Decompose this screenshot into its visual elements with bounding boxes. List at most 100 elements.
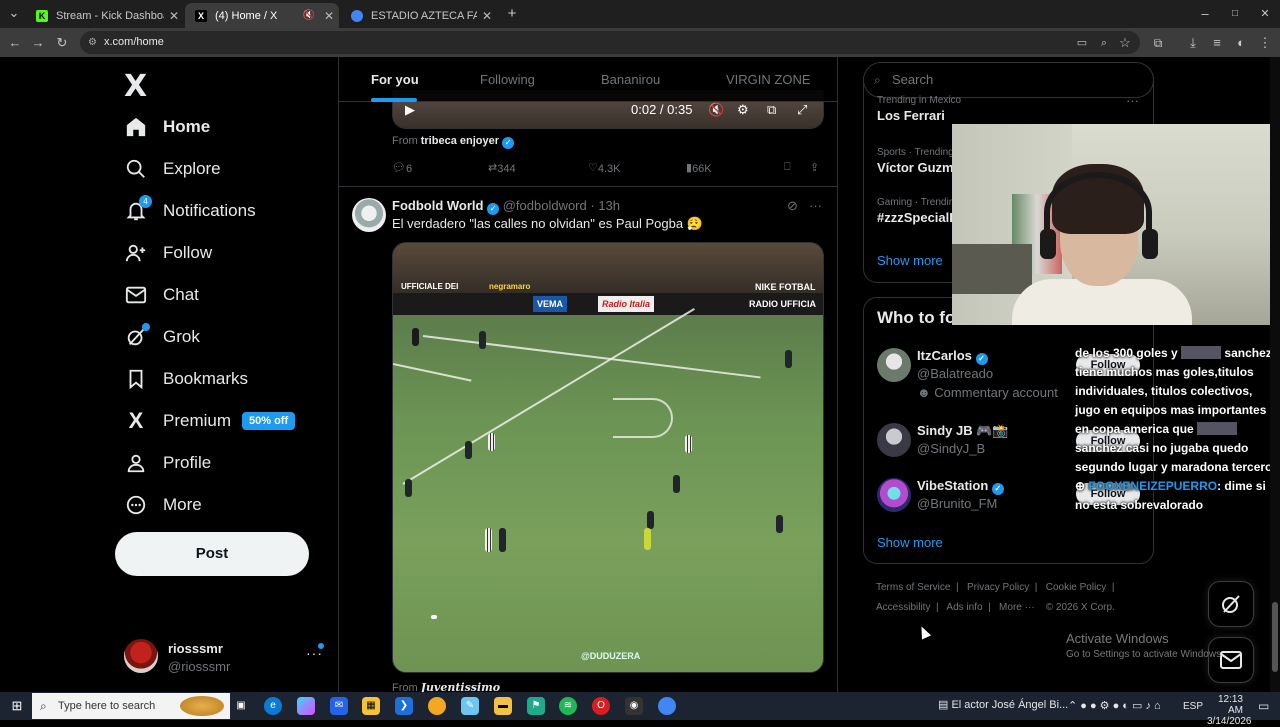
opera-icon[interactable]: O xyxy=(592,697,610,715)
terms-link[interactable]: Terms of Service xyxy=(876,582,950,593)
advertising-boards: UFFICIALE DEI negramaro VEMA Radio Itali… xyxy=(393,282,823,315)
play-icon[interactable]: ▶ xyxy=(405,102,415,118)
close-window-button[interactable]: ✕ xyxy=(1255,4,1275,24)
store-icon[interactable]: ▦ xyxy=(362,697,380,715)
repost-icon[interactable]: ⇄ 344 xyxy=(488,161,516,175)
download-icon[interactable]: ⤓ xyxy=(1183,33,1203,53)
nav-home[interactable]: Home xyxy=(124,112,210,142)
task-view-icon[interactable]: ▣ xyxy=(232,697,250,715)
chrome-icon[interactable] xyxy=(658,697,676,715)
reading-list-icon[interactable]: ≡ xyxy=(1207,33,1227,53)
nav-follow[interactable]: Follow xyxy=(124,238,212,268)
clock[interactable]: 12:13 AM 3/14/2026 xyxy=(1207,694,1252,727)
spotify-icon[interactable]: ≋ xyxy=(559,697,577,715)
account-notification-dot xyxy=(318,643,324,649)
chrome-canary-icon[interactable] xyxy=(428,697,446,715)
vscode-icon[interactable]: ❯ xyxy=(395,697,413,715)
grok-explain-icon[interactable]: ⊘ xyxy=(787,198,798,214)
file-explorer-icon[interactable]: ▬ xyxy=(494,697,512,715)
forward-icon[interactable]: → xyxy=(28,33,48,53)
address-bar[interactable]: ⚙ x.com/home xyxy=(80,31,1140,54)
avatar[interactable] xyxy=(352,198,386,232)
activate-subtitle: Go to Settings to activate Windows. xyxy=(1066,649,1224,660)
grok-float-button[interactable] xyxy=(1208,581,1254,627)
tweet-video[interactable]: UFFICIALE DEI negramaro VEMA Radio Itali… xyxy=(392,242,824,673)
trend-item[interactable]: Trending in Mexico Los Ferrari xyxy=(877,95,961,123)
nav-explore[interactable]: Explore xyxy=(124,154,221,184)
nav-notifications[interactable]: 4 Notifications xyxy=(124,195,256,226)
news-widget[interactable]: ▤ El actor José Ángel Bi... xyxy=(938,698,1068,711)
bookmark-icon[interactable]: ⎕ xyxy=(784,161,791,174)
follow-show-more-link[interactable]: Show more xyxy=(877,535,943,550)
muted-icon[interactable]: 🔇 xyxy=(708,102,724,118)
bookmark-star-icon[interactable]: ☆ xyxy=(1115,33,1135,53)
close-tab-icon[interactable]: ✕ xyxy=(319,9,339,23)
language-indicator[interactable]: ESP xyxy=(1183,701,1203,712)
tab-for-you[interactable]: For you xyxy=(371,72,419,87)
close-tab-icon[interactable]: ✕ xyxy=(164,9,184,23)
tab-search-icon[interactable]: ⌄ xyxy=(4,3,24,23)
account-switcher[interactable]: riosssmr @riosssmr ··· xyxy=(124,639,324,679)
views-icon[interactable]: ▮ 66K xyxy=(686,161,712,175)
notepad-icon[interactable]: ✎ xyxy=(461,697,479,715)
minimize-button[interactable]: – xyxy=(1195,4,1215,24)
reply-icon[interactable]: 💬︎ 6 xyxy=(392,161,412,175)
accessibility-link[interactable]: Accessibility xyxy=(876,602,930,613)
cookie-link[interactable]: Cookie Policy xyxy=(1046,582,1107,593)
fullscreen-icon[interactable]: ⤢ xyxy=(797,102,807,118)
settings-gear-icon[interactable]: ⚙ xyxy=(737,102,749,118)
nav-chat[interactable]: Chat xyxy=(124,280,199,310)
menu-kebab-icon[interactable]: ⋮ xyxy=(1255,33,1275,53)
close-tab-icon[interactable]: ✕ xyxy=(477,9,497,23)
profile-avatar-icon[interactable]: ◐ xyxy=(1231,33,1251,53)
edge-icon[interactable]: e xyxy=(264,697,282,715)
copilot-icon[interactable] xyxy=(297,697,315,715)
tab-bananirou[interactable]: Bananirou xyxy=(601,72,660,87)
app-icon[interactable]: ⚑ xyxy=(527,697,545,715)
tab-virgin-zone[interactable]: VIRGIN ZONE xyxy=(726,72,811,87)
author-name[interactable]: Fodbold World xyxy=(392,198,483,213)
tab-kick-dashboard[interactable]: K Stream - Kick Dashboard ✕ xyxy=(26,3,184,28)
share-icon[interactable]: ⇪ xyxy=(810,161,819,174)
author-handle[interactable]: @fodboldword xyxy=(503,198,587,213)
nav-more[interactable]: More xyxy=(124,490,202,520)
tab-following[interactable]: Following xyxy=(480,72,535,87)
cast-icon[interactable]: ▭ xyxy=(1072,33,1092,53)
ads-info-link[interactable]: Ads info xyxy=(946,602,982,613)
maximize-button[interactable]: □ xyxy=(1225,4,1245,24)
scrollbar-thumb[interactable] xyxy=(1272,602,1278,672)
tweet-time[interactable]: · 13h xyxy=(590,198,620,213)
new-tab-button[interactable]: + xyxy=(502,4,522,24)
trend-more-icon[interactable]: ··· xyxy=(1126,93,1139,108)
tab-x-home[interactable]: X (4) Home / X 🔇 ✕ xyxy=(185,3,339,28)
reload-icon[interactable]: ↻ xyxy=(52,33,72,53)
page-scrollbar[interactable] xyxy=(1270,57,1280,692)
nav-label: Premium xyxy=(163,411,232,430)
obs-icon[interactable]: ◉ xyxy=(625,697,643,715)
x-logo[interactable]: X xyxy=(124,69,147,104)
footer-more-link[interactable]: More ··· xyxy=(999,602,1035,613)
nav-bookmarks[interactable]: Bookmarks xyxy=(124,364,248,394)
notification-center-icon[interactable]: ▭ xyxy=(1258,699,1269,713)
privacy-link[interactable]: Privacy Policy xyxy=(967,582,1029,593)
nav-profile[interactable]: Profile xyxy=(124,448,211,478)
windows-start-icon[interactable]: ⊞ xyxy=(8,697,26,715)
site-info-icon[interactable]: ⚙ xyxy=(88,31,97,54)
source-account-link[interactable]: Juventissimo xyxy=(421,681,500,692)
back-icon[interactable]: ← xyxy=(5,33,25,53)
source-account-link[interactable]: tribeca enjoyer xyxy=(421,135,499,147)
mute-tab-icon[interactable]: 🔇 xyxy=(303,10,315,21)
zoom-icon[interactable]: ⌕ xyxy=(1094,33,1114,53)
taskbar-search-input[interactable]: ⌕ Type here to search xyxy=(32,693,230,719)
like-icon[interactable]: ♡ 4.3K xyxy=(588,161,621,175)
nav-grok[interactable]: Grok xyxy=(124,322,200,352)
more-options-icon[interactable]: ··· xyxy=(809,198,822,213)
post-button[interactable]: Post xyxy=(115,532,309,576)
pip-icon[interactable]: ⧉ xyxy=(767,102,776,118)
outlook-icon[interactable]: ✉ xyxy=(330,697,348,715)
trends-show-more-link[interactable]: Show more xyxy=(877,253,943,268)
tab-estadio-azteca[interactable]: ESTADIO AZTECA FACHADA 2026 ✕ xyxy=(341,3,497,28)
nav-premium[interactable]: X Premium 50% off xyxy=(124,406,296,436)
tray-overflow-icon[interactable]: ⌃ ● ● ⚙ ● ◐ ▭ ♪ ⌂ xyxy=(1068,699,1161,712)
extensions-icon[interactable]: ⧉ xyxy=(1148,33,1168,53)
